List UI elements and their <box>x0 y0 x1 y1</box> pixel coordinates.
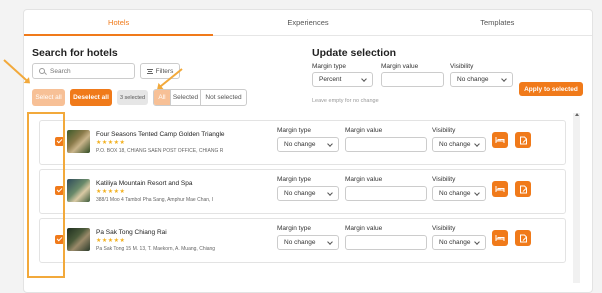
search-icon <box>39 68 45 74</box>
margin-value-input[interactable] <box>381 72 444 87</box>
row-margin-type-value: No change <box>284 239 316 246</box>
bed-icon <box>495 137 505 143</box>
rooms-button[interactable] <box>492 132 508 148</box>
hotel-address: 388/1 Moo 4 Tambol Pha Sang, Amphur Mae … <box>96 197 214 203</box>
edit-button[interactable] <box>515 181 531 197</box>
hotel-name: Four Seasons Tented Camp Golden Triangle <box>96 131 225 138</box>
hotel-thumbnail <box>67 179 90 202</box>
rooms-button[interactable] <box>492 181 508 197</box>
chevron-down-icon <box>501 75 507 82</box>
margin-type-value: Percent <box>319 76 342 83</box>
checkbox-highlight-box <box>27 112 65 278</box>
chevron-down-icon <box>327 140 333 147</box>
row-margin-type-select[interactable]: No change <box>277 235 339 250</box>
edit-document-icon <box>519 136 527 144</box>
chevron-down-icon <box>327 238 333 245</box>
hotel-address: Pa Sak Tong 15 M. 13, T. Maekorn, A. Mua… <box>96 246 216 252</box>
hotel-thumbnail <box>67 130 90 153</box>
bed-icon <box>495 235 505 241</box>
chevron-down-icon <box>474 238 480 245</box>
row-margin-type-value: No change <box>284 141 316 148</box>
update-heading: Update selection <box>312 47 397 59</box>
hotel-name: Pa Sak Tong Chiang Rai <box>96 229 167 236</box>
tab-hotels[interactable]: Hotels <box>24 10 214 36</box>
search-heading: Search for hotels <box>32 47 118 59</box>
edit-button[interactable] <box>515 132 531 148</box>
edit-document-icon <box>519 234 527 242</box>
filter-icon <box>146 68 153 74</box>
tab-templates[interactable]: Templates <box>403 10 592 35</box>
row-visibility-label: Visibility <box>432 176 456 183</box>
row-margin-value-label: Margin value <box>345 176 383 183</box>
selection-filter-segment: All Selected Not selected <box>153 89 247 106</box>
row-margin-value-input[interactable] <box>345 235 427 250</box>
star-rating: ★★★★★ <box>96 189 126 195</box>
hotel-thumbnail <box>67 228 90 251</box>
visibility-select[interactable]: No change <box>450 72 513 87</box>
row-margin-value-input[interactable] <box>345 186 427 201</box>
row-visibility-value: No change <box>439 239 471 246</box>
main-panel: Hotels Experiences Templates Search for … <box>23 9 593 293</box>
visibility-value: No change <box>457 76 489 83</box>
row-margin-value-label: Margin value <box>345 225 383 232</box>
row-margin-type-label: Margin type <box>277 225 311 232</box>
row-margin-value-input[interactable] <box>345 137 427 152</box>
chevron-down-icon <box>327 189 333 196</box>
hotel-row[interactable]: Pa Sak Tong Chiang Rai ★★★★★ Pa Sak Tong… <box>39 218 566 263</box>
chevron-down-icon <box>474 140 480 147</box>
visibility-label: Visibility <box>450 63 474 70</box>
segment-all[interactable]: All <box>154 90 171 105</box>
tab-experiences[interactable]: Experiences <box>213 10 402 35</box>
tab-bar: Hotels Experiences Templates <box>24 10 592 36</box>
row-visibility-select[interactable]: No change <box>432 235 486 250</box>
selected-count-badge: 3 selected <box>117 90 148 105</box>
margin-type-label: Margin type <box>312 63 346 70</box>
row-visibility-label: Visibility <box>432 225 456 232</box>
scroll-up-icon[interactable] <box>575 113 579 116</box>
row-margin-type-value: No change <box>284 190 316 197</box>
row-visibility-label: Visibility <box>432 127 456 134</box>
margin-type-select[interactable]: Percent <box>312 72 373 87</box>
scrollbar[interactable] <box>573 113 580 283</box>
filters-label: Filters <box>155 67 174 75</box>
deselect-all-button[interactable]: Deselect all <box>70 89 112 106</box>
hotel-address: P.O. BOX 18, CHIANG SAEN POST OFFICE, CH… <box>96 148 223 154</box>
hotel-row[interactable]: Katiliya Mountain Resort and Spa ★★★★★ 3… <box>39 169 566 214</box>
rooms-button[interactable] <box>492 230 508 246</box>
apply-to-selected-button[interactable]: Apply to selected <box>519 82 583 96</box>
row-visibility-value: No change <box>439 190 471 197</box>
select-all-button[interactable]: Select all <box>32 89 65 106</box>
row-margin-value-label: Margin value <box>345 127 383 134</box>
star-rating: ★★★★★ <box>96 238 126 244</box>
row-margin-type-select[interactable]: No change <box>277 186 339 201</box>
segment-selected[interactable]: Selected <box>171 90 201 105</box>
star-rating: ★★★★★ <box>96 140 126 146</box>
margin-value-label: Margin value <box>381 63 419 70</box>
edit-document-icon <box>519 185 527 193</box>
search-field[interactable] <box>32 63 135 79</box>
row-margin-type-label: Margin type <box>277 176 311 183</box>
row-visibility-select[interactable]: No change <box>432 137 486 152</box>
row-margin-type-select[interactable]: No change <box>277 137 339 152</box>
row-margin-type-label: Margin type <box>277 127 311 134</box>
hotel-list: Four Seasons Tented Camp Golden Triangle… <box>28 110 581 290</box>
segment-not-selected[interactable]: Not selected <box>201 90 246 105</box>
chevron-down-icon <box>474 189 480 196</box>
row-visibility-value: No change <box>439 141 471 148</box>
bed-icon <box>495 186 505 192</box>
search-input[interactable] <box>50 67 130 75</box>
hotel-row[interactable]: Four Seasons Tented Camp Golden Triangle… <box>39 120 566 165</box>
update-hint: Leave empty for no change <box>312 98 379 104</box>
hotel-name: Katiliya Mountain Resort and Spa <box>96 180 193 187</box>
edit-button[interactable] <box>515 230 531 246</box>
row-visibility-select[interactable]: No change <box>432 186 486 201</box>
chevron-down-icon <box>361 75 367 82</box>
